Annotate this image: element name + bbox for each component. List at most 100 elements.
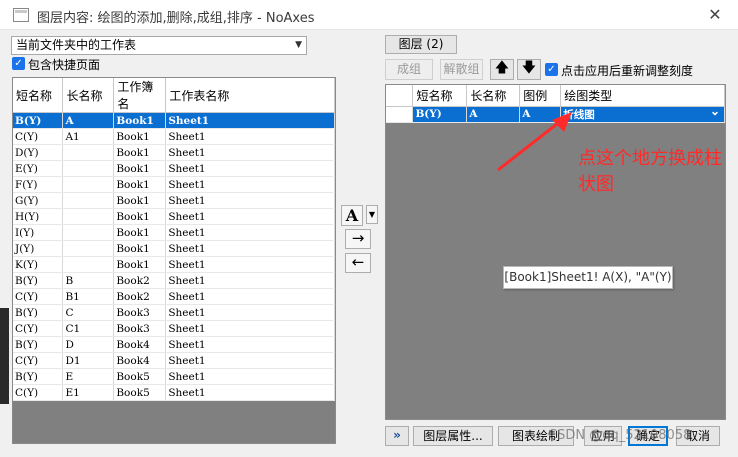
table-row[interactable]: J(Y) Book1 Sheet1 xyxy=(13,240,335,257)
table-row[interactable]: B(Y) A Book1 Sheet1 xyxy=(13,112,335,129)
table-cell: B(Y) xyxy=(13,368,64,385)
table-cell: C xyxy=(62,304,115,321)
table-cell: Sheet1 xyxy=(165,144,335,161)
table-row[interactable]: G(Y) Book1 Sheet1 xyxy=(13,192,335,209)
font-dropdown-icon[interactable]: ▼ xyxy=(366,205,378,224)
table-row[interactable]: C(Y) B1 Book2 Sheet1 xyxy=(13,288,335,305)
table-cell: Sheet1 xyxy=(165,160,335,177)
table-cell: Book2 xyxy=(113,272,167,289)
source-dropdown-value: 当前文件夹中的工作表 xyxy=(16,38,137,52)
table-cell xyxy=(62,144,115,161)
table-cell: E1 xyxy=(62,384,115,401)
table-cell: B(Y) xyxy=(13,272,64,289)
background-window-edge xyxy=(0,308,9,404)
table-cell: Book1 xyxy=(113,240,167,257)
table-cell: B1 xyxy=(62,288,115,305)
table-cell xyxy=(62,160,115,177)
table-cell: G(Y) xyxy=(13,192,64,209)
table-cell: Sheet1 xyxy=(165,192,335,209)
table-row[interactable]: E(Y) Book1 Sheet1 xyxy=(13,160,335,177)
plot-type-select[interactable]: 折线图 ⌄ xyxy=(560,106,725,123)
column-header[interactable]: 短名称 xyxy=(13,78,64,113)
table-cell: Book1 xyxy=(113,224,167,241)
table-cell: B xyxy=(62,272,115,289)
expand-button[interactable]: » xyxy=(385,426,409,446)
table-cell: A xyxy=(62,112,115,129)
chevron-down-icon: ⌄ xyxy=(709,106,720,118)
layer-properties-button[interactable]: 图层属性... xyxy=(413,426,493,446)
table-cell xyxy=(62,208,115,225)
column-header[interactable]: 短名称 xyxy=(412,85,468,107)
table-row[interactable]: C(Y) E1 Book5 Sheet1 xyxy=(13,384,335,401)
table-cell: B(Y) xyxy=(13,304,64,321)
remove-arrow-button[interactable]: ← xyxy=(345,253,371,273)
table-cell: Sheet1 xyxy=(165,336,335,353)
title-bar: 图层内容: 绘图的添加,删除,成组,排序 - NoAxes ✕ xyxy=(0,0,738,30)
table-cell: C(Y) xyxy=(13,288,64,305)
column-header[interactable]: 图例 xyxy=(519,85,562,107)
table-cell: Sheet1 xyxy=(165,272,335,289)
row-header-corner xyxy=(386,85,414,107)
table-row[interactable]: C(Y) D1 Book4 Sheet1 xyxy=(13,352,335,369)
table-cell xyxy=(62,192,115,209)
table-cell: H(Y) xyxy=(13,208,64,225)
table-row[interactable]: B(Y) D Book4 Sheet1 xyxy=(13,336,335,353)
table-cell xyxy=(62,224,115,241)
add-arrow-button[interactable]: → xyxy=(345,229,371,249)
layer-button[interactable]: 图层 (2) xyxy=(385,35,457,54)
font-button[interactable]: A xyxy=(341,205,363,226)
column-header[interactable]: 长名称 xyxy=(466,85,521,107)
table-cell: Book1 xyxy=(113,128,167,145)
table-cell: B(Y) xyxy=(412,106,468,123)
table-row[interactable]: C(Y) C1 Book3 Sheet1 xyxy=(13,320,335,337)
table-row[interactable]: I(Y) Book1 Sheet1 xyxy=(13,224,335,241)
column-header[interactable]: 工作表名称 xyxy=(165,78,335,113)
table-cell: Book1 xyxy=(113,192,167,209)
table-cell: Sheet1 xyxy=(165,128,335,145)
table-cell: Book3 xyxy=(113,320,167,337)
table-row[interactable]: D(Y) Book1 Sheet1 xyxy=(13,144,335,161)
table-row[interactable]: C(Y) A1 Book1 Sheet1 xyxy=(13,128,335,145)
worksheet-list[interactable]: 短名称 长名称 工作簿名 工作表名称 B(Y) A Book1 Sheet1 C(Y) A1 Bo… xyxy=(12,77,336,444)
table-cell: F(Y) xyxy=(13,176,64,193)
source-dropdown[interactable]: 当前文件夹中的工作表 ▼ xyxy=(11,36,307,55)
column-header[interactable]: 工作簿名 xyxy=(113,78,167,113)
table-cell: Book1 xyxy=(113,176,167,193)
close-button[interactable]: ✕ xyxy=(700,3,730,27)
table-cell: B(Y) xyxy=(13,336,64,353)
move-up-button[interactable]: 🡅 xyxy=(490,59,514,80)
annotation-text: 点这个地方换成柱状图 xyxy=(578,148,722,195)
table-row[interactable]: B(Y) C Book3 Sheet1 xyxy=(13,304,335,321)
table-cell: C1 xyxy=(62,320,115,337)
table-row[interactable]: K(Y) Book1 Sheet1 xyxy=(13,256,335,273)
move-down-button[interactable]: 🡇 xyxy=(517,59,541,80)
rescale-checkbox[interactable]: ✓ xyxy=(545,63,558,76)
table-cell xyxy=(62,240,115,257)
table-cell: Book1 xyxy=(113,208,167,225)
table-row[interactable]: F(Y) Book1 Sheet1 xyxy=(13,176,335,193)
tooltip: [Book1]Sheet1! A(X), "A"(Y) xyxy=(503,266,673,289)
window-title: 图层内容: 绘图的添加,删除,成组,排序 - NoAxes xyxy=(37,11,315,26)
table-cell: C(Y) xyxy=(13,352,64,369)
table-cell xyxy=(62,256,115,273)
table-cell: Book1 xyxy=(113,256,167,273)
table-cell: Sheet1 xyxy=(165,208,335,225)
table-row[interactable]: H(Y) Book1 Sheet1 xyxy=(13,208,335,225)
ungroup-button[interactable]: 解散组 xyxy=(440,59,483,80)
include-shortcuts-checkbox[interactable]: ✓ xyxy=(12,57,25,70)
include-shortcuts-label: 包含快捷页面 xyxy=(28,58,101,72)
column-header[interactable]: 长名称 xyxy=(62,78,115,113)
table-cell: Sheet1 xyxy=(165,320,335,337)
group-button[interactable]: 成组 xyxy=(385,59,433,80)
column-header[interactable]: 绘图类型 xyxy=(560,85,725,107)
rescale-label: 点击应用后重新调整刻度 xyxy=(561,64,694,78)
table-cell xyxy=(62,176,115,193)
table-cell: Sheet1 xyxy=(165,304,335,321)
table-cell: D(Y) xyxy=(13,144,64,161)
table-cell: Sheet1 xyxy=(165,368,335,385)
table-cell: D xyxy=(62,336,115,353)
row-header[interactable] xyxy=(386,106,414,123)
table-row[interactable]: B(Y) E Book5 Sheet1 xyxy=(13,368,335,385)
table-row[interactable]: B(Y) B Book2 Sheet1 xyxy=(13,272,335,289)
table-cell: Book5 xyxy=(113,384,167,401)
